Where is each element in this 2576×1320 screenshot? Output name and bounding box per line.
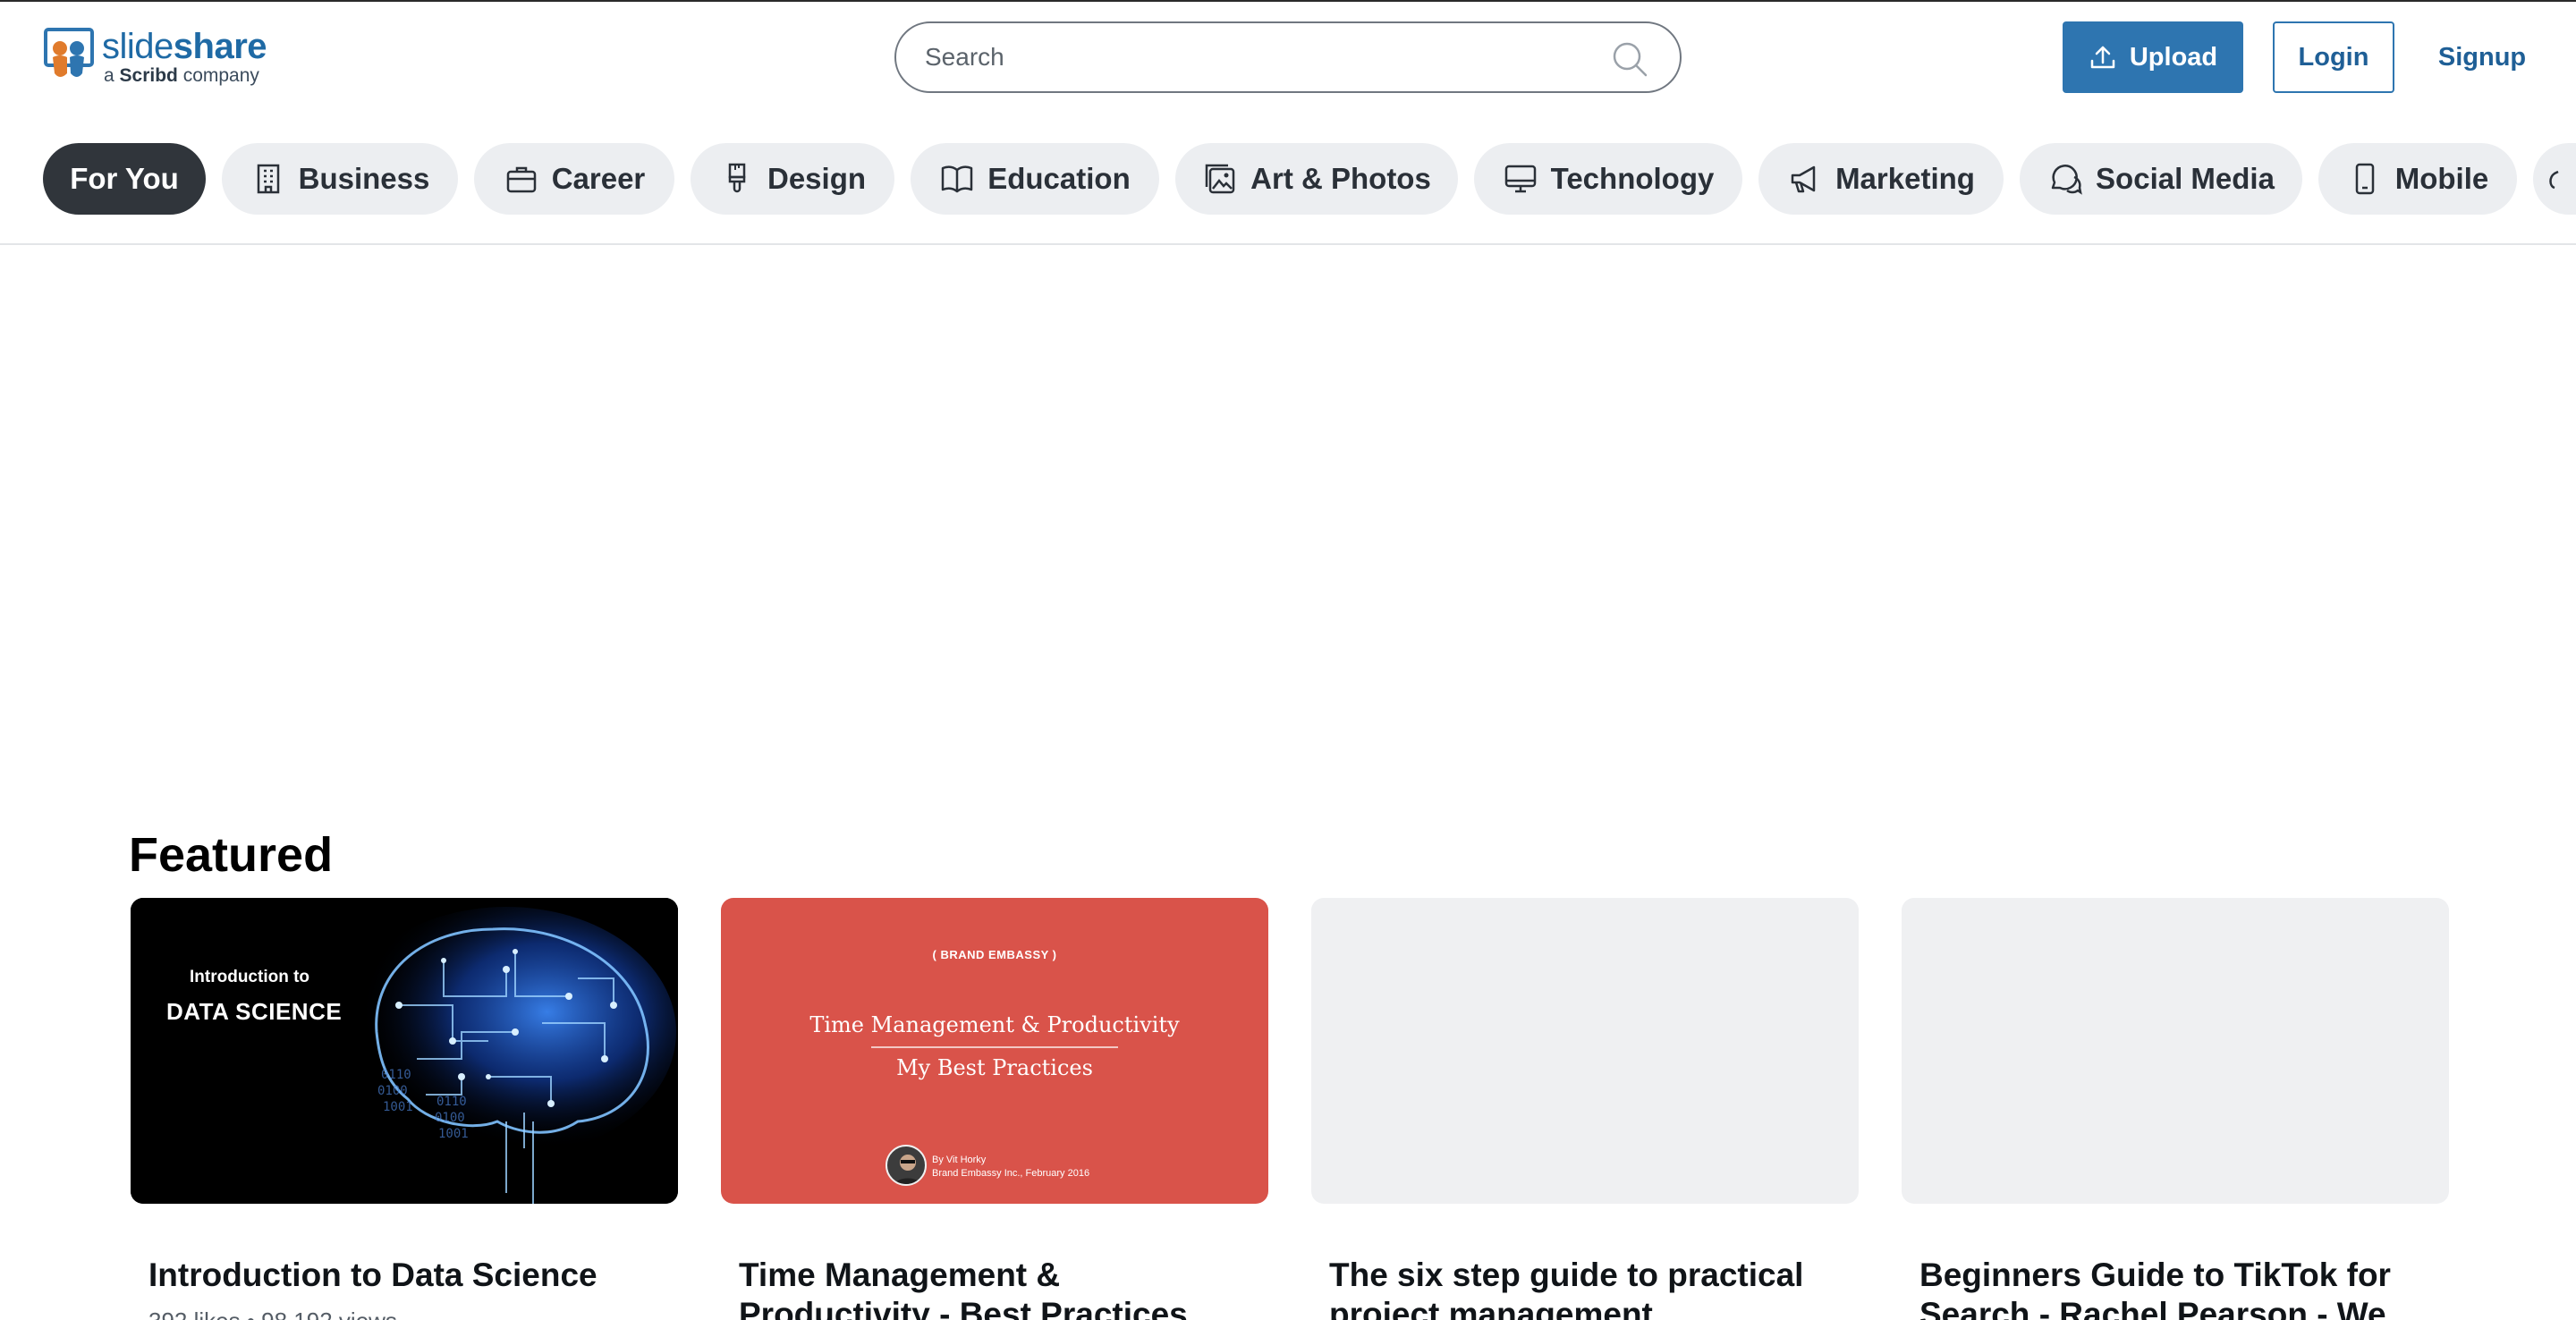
category-chip-career[interactable]: Career [474,143,674,215]
search-bar [894,21,1682,93]
card-thumbnail-placeholder[interactable] [1311,898,1859,1204]
briefcase-icon [506,166,536,193]
thumbnail-text-line1: Introduction to [190,968,310,986]
search-icon[interactable] [1610,39,1649,79]
site-header: slideshare a Scribd company Upload Login… [0,0,2576,116]
featured-card: ( BRAND EMBASSY ) Time Management & Prod… [721,898,1268,1320]
monitor-icon [1504,165,1536,193]
category-chip-social-media[interactable]: Social Media [2020,143,2302,215]
category-chip-art-photos[interactable]: Art & Photos [1175,143,1458,215]
category-label: For You [70,162,179,195]
thumbnail-rule [871,1046,1118,1048]
logo-wordmark: slideshare [102,27,267,66]
author-avatar [886,1145,927,1186]
featured-card: The six step guide to practical project … [1311,898,1859,1320]
category-label: Career [551,162,646,195]
svg-text:0110: 0110 [436,1095,467,1109]
category-nav: For You Business Career Design Education… [0,143,2576,215]
category-chip-more[interactable] [2533,143,2576,215]
category-chip-business[interactable]: Business [222,143,458,215]
featured-card: Beginners Guide to TikTok for Search - R… [1902,898,2449,1320]
truncated-category-icon [2549,170,2559,190]
upload-icon [2090,46,2115,69]
category-chip-technology[interactable]: Technology [1474,143,1742,215]
building-icon [257,164,279,194]
open-book-icon [941,165,973,193]
card-thumbnail[interactable]: 0110 0100 1001 0110 0100 1001 Introduction t… [131,898,678,1204]
category-chip-marketing[interactable]: Marketing [1758,143,2004,215]
login-button[interactable]: Login [2273,21,2394,93]
logo-tagline: a Scribd company [104,65,259,86]
paintbrush-icon [728,163,746,193]
thumbnail-byline: By Vit Horky Brand Embassy Inc., Februar… [932,1155,1090,1179]
card-title[interactable]: Introduction to Data Science [148,1256,667,1295]
thumbnail-text-line2: DATA SCIENCE [166,998,343,1025]
nav-divider [0,243,2576,245]
category-label: Art & Photos [1250,162,1431,195]
svg-text:0110: 0110 [381,1068,411,1082]
signup-link[interactable]: Signup [2415,21,2549,93]
category-chip-for-you[interactable]: For You [43,143,206,215]
category-label: Marketing [1835,162,1975,195]
featured-heading: Featured [129,828,334,882]
brain-circuit-illustration: 0110 0100 1001 0110 0100 1001 [131,898,678,1204]
svg-text:1001: 1001 [438,1127,469,1141]
svg-text:0100: 0100 [435,1111,465,1125]
category-label: Mobile [2394,162,2489,195]
search-input[interactable] [925,36,1587,79]
card-stats: 392 likes • 98,192 views [148,1307,397,1320]
card-thumbnail-placeholder[interactable] [1902,898,2449,1204]
category-chip-design[interactable]: Design [691,143,894,215]
category-label: Social Media [2096,162,2275,195]
thumbnail-text-line2: My Best Practices [896,1055,1093,1080]
svg-text:0100: 0100 [377,1084,408,1098]
card-title[interactable]: Time Management & Productivity - Best Pr… [739,1256,1258,1320]
slideshare-logo-mark-icon [44,28,94,77]
thumbnail-brand: ( BRAND EMBASSY ) [932,948,1057,961]
featured-card: 0110 0100 1001 0110 0100 1001 Introduction t… [131,898,678,1320]
card-title[interactable]: The six step guide to practical project … [1329,1256,1848,1320]
category-label: Design [767,162,867,195]
image-icon [1205,164,1235,194]
category-chip-education[interactable]: Education [911,143,1159,215]
category-chip-mobile[interactable]: Mobile [2318,143,2517,215]
phone-icon [2355,163,2374,195]
category-label: Technology [1550,162,1715,195]
slideshare-logo[interactable]: slideshare a Scribd company [43,25,267,88]
category-label: Education [987,162,1131,195]
upload-label: Upload [2129,42,2218,72]
category-label: Business [298,162,430,195]
thumbnail-text-line1: Time Management & Productivity [809,1012,1180,1037]
card-thumbnail[interactable]: ( BRAND EMBASSY ) Time Management & Prod… [721,898,1268,1204]
svg-text:1001: 1001 [383,1100,413,1114]
card-title[interactable]: Beginners Guide to TikTok for Search - R… [1919,1256,2438,1320]
chat-bubbles-icon [2051,165,2082,195]
upload-button[interactable]: Upload [2063,21,2243,93]
megaphone-icon [1791,165,1816,193]
